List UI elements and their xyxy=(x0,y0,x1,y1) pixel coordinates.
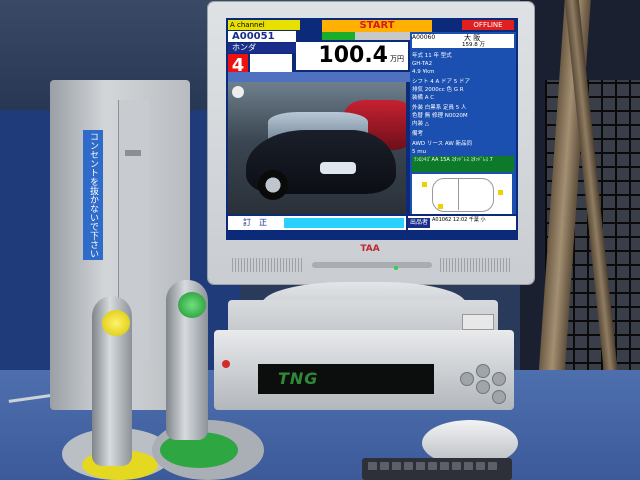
photo-badge-icon xyxy=(232,86,244,98)
exhibitor-info: A01062 12:02 千葉 小 xyxy=(432,217,486,223)
info-city: 大 阪 xyxy=(464,34,481,42)
keyboard-key[interactable] xyxy=(416,462,425,470)
console-button[interactable] xyxy=(492,372,506,386)
power-led-icon xyxy=(394,266,398,270)
info-row: 年式 11 年 型式 xyxy=(412,53,452,59)
info-row: 内装 △ xyxy=(412,121,429,127)
keyboard-key[interactable] xyxy=(404,462,413,470)
console-display-text: TNG xyxy=(278,369,319,388)
keyboard-key[interactable] xyxy=(464,462,473,470)
speaker-left xyxy=(232,258,302,272)
console-top xyxy=(228,300,498,334)
info-lot: A00060 xyxy=(412,34,436,41)
condition-note: ﾃﾝﾛﾝｷｽﾞAA 15A ｽﾀｯﾄﾞﾚｽ ｽﾀｯﾄﾞﾚｽ 7 xyxy=(412,156,514,172)
monitor-screen: A channel START OFFLINE A00051 100.4 万円 … xyxy=(226,18,518,240)
pc-warning-sticker: コンセントを抜かないで下さい xyxy=(83,130,103,260)
car-headlight xyxy=(320,162,356,174)
car-wheel xyxy=(258,170,288,200)
keyboard-key[interactable] xyxy=(392,462,401,470)
console-label xyxy=(462,314,494,330)
car-maker: ホンダ xyxy=(228,43,296,53)
exhibitor-label: 出品者 xyxy=(408,218,430,228)
monitor-buttons[interactable] xyxy=(312,262,432,268)
console-button[interactable] xyxy=(476,380,490,394)
lot-number: A00051 xyxy=(228,31,296,42)
info-row: 5 mu xyxy=(412,149,427,155)
info-row: AWD リース AW 新品同 xyxy=(412,141,473,147)
console-button[interactable] xyxy=(476,364,490,378)
joystick-right-green-button[interactable] xyxy=(178,292,206,318)
start-indicator: START xyxy=(322,20,432,32)
keyboard[interactable] xyxy=(362,458,512,480)
keyboard-key[interactable] xyxy=(452,462,461,470)
keyboard-key[interactable] xyxy=(380,462,389,470)
current-price: 100.4 xyxy=(318,43,388,68)
info-row: 外装 白黒系 定員 5 人 xyxy=(412,105,467,111)
channel-label: A channel xyxy=(228,20,300,30)
console-logo-icon xyxy=(222,360,230,368)
price-unit: 万円 xyxy=(390,55,404,63)
keyboard-key[interactable] xyxy=(476,462,485,470)
info-row: シフト 4 A ドア 5 ドア xyxy=(412,79,471,85)
pc-drive-slot xyxy=(125,150,141,156)
info-mileage: 159.8 万 xyxy=(462,42,485,48)
joystick-left-yellow-button[interactable] xyxy=(102,310,130,336)
car-photo xyxy=(228,82,406,214)
info-row: 備考 xyxy=(412,131,424,137)
info-row: 排気 2000cc 色 G R xyxy=(412,87,464,93)
damage-marker xyxy=(498,190,503,195)
speaker-right xyxy=(440,258,510,272)
keyboard-key[interactable] xyxy=(488,462,497,470)
console-button[interactable] xyxy=(492,390,506,404)
fix-button[interactable]: 訂 正 xyxy=(230,218,280,228)
info-row: 4.9 ¥km xyxy=(412,69,435,75)
keyboard-key[interactable] xyxy=(440,462,449,470)
info-row: 装備 A C xyxy=(412,95,435,101)
sub-header-bar xyxy=(228,72,412,82)
keyboard-key[interactable] xyxy=(368,462,377,470)
console-button[interactable] xyxy=(460,372,474,386)
info-row: GH-TA2 xyxy=(412,61,433,67)
info-row: 色替 無 修理 N0020M xyxy=(412,113,468,119)
offline-indicator: OFFLINE xyxy=(462,20,514,30)
keyboard-key[interactable] xyxy=(428,462,437,470)
car-centerline xyxy=(458,178,459,210)
monitor-brand-logo: TAA xyxy=(360,244,380,254)
damage-marker xyxy=(438,204,443,209)
damage-marker xyxy=(422,182,427,187)
photo-scene: コンセントを抜かないで下さい A channel START OFFLINE A… xyxy=(0,0,640,480)
status-bar xyxy=(284,218,404,228)
